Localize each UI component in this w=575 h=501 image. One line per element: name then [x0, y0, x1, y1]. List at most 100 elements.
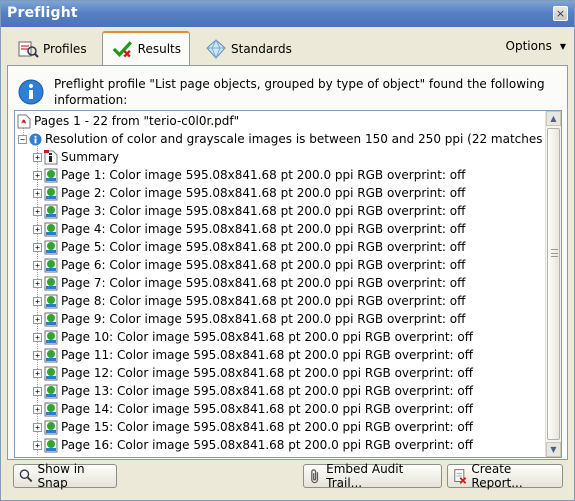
image-object-icon [44, 420, 58, 434]
embed-audit-trail-label: Embed Audit Trail... [326, 462, 404, 490]
tab-profiles[interactable]: Profiles [9, 32, 95, 65]
window-title: Preflight [7, 5, 78, 21]
close-button[interactable]: × [553, 6, 568, 21]
tree-item[interactable]: + Page 15: Color image 595.08x841.68 pt 2… [33, 418, 473, 436]
tree-item[interactable]: + Page 3: Color image 595.08x841.68 pt 20… [33, 202, 465, 220]
tree-item[interactable]: + Page 7: Color image 595.08x841.68 pt 20… [33, 274, 465, 292]
tree-item[interactable]: + Page 12: Color image 595.08x841.68 pt 2… [33, 364, 473, 382]
report-icon [454, 469, 467, 484]
image-object-icon [44, 438, 58, 452]
image-object-icon [44, 204, 58, 218]
tree-item[interactable]: + Page 13: Color image 595.08x841.68 pt 2… [33, 382, 473, 400]
checkmark-icon [112, 41, 133, 58]
expand-icon[interactable]: + [33, 188, 42, 198]
tab-results[interactable]: Results [102, 31, 190, 65]
tree-item-label: Page 11: Color image 595.08x841.68 pt 20… [61, 348, 474, 362]
vertical-scrollbar[interactable]: ▲ ▼ [545, 111, 561, 457]
profiles-icon [18, 41, 39, 58]
summary-icon [44, 149, 58, 164]
tab-bar: Profiles Results Standards Options ▼ [1, 27, 574, 65]
tree-root[interactable]: Pages 1 - 22 from "terio-c0l0r.pdf" [17, 112, 239, 130]
tree-item[interactable]: + Page 16: Color image 595.08x841.68 pt 2… [33, 436, 473, 454]
info-icon [18, 79, 44, 105]
tree-item[interactable]: + Page 5: Color image 595.08x841.68 pt 20… [33, 238, 465, 256]
tree-item-label: Page 10: Color image 595.08x841.68 pt 20… [61, 330, 474, 344]
image-object-icon [44, 402, 58, 416]
expand-icon[interactable]: + [33, 386, 42, 396]
paperclip-icon [311, 469, 319, 484]
create-report-label: Create Report... [471, 462, 523, 490]
tree-item-label: Page 6: Color image 595.08x841.68 pt 200… [61, 258, 466, 272]
tree-item[interactable]: + Page 2: Color image 595.08x841.68 pt 20… [33, 184, 465, 202]
image-object-icon [44, 276, 58, 290]
tree-item[interactable]: + Page 10: Color image 595.08x841.68 pt 2… [33, 328, 473, 346]
scroll-up-button[interactable]: ▲ [546, 111, 561, 126]
expand-icon[interactable]: + [33, 206, 42, 216]
expand-icon[interactable]: + [33, 152, 42, 162]
expand-icon[interactable]: + [33, 422, 42, 432]
create-report-button[interactable]: Create Report... [447, 462, 563, 490]
tab-standards[interactable]: Standards [197, 32, 300, 65]
magnifier-icon [19, 469, 33, 483]
diamond-icon [206, 38, 226, 59]
scroll-thumb[interactable] [547, 128, 560, 440]
image-object-icon [44, 258, 58, 272]
expand-icon[interactable]: + [33, 224, 42, 234]
tree-item-label: Page 4: Color image 595.08x841.68 pt 200… [61, 222, 466, 236]
expand-icon[interactable]: + [33, 242, 42, 252]
results-tree[interactable]: Pages 1 - 22 from "terio-c0l0r.pdf" − Re… [14, 110, 562, 458]
image-object-icon [44, 222, 58, 236]
tree-summary-label: Summary [61, 150, 119, 164]
tree-item[interactable]: + Page 14: Color image 595.08x841.68 pt 2… [33, 400, 473, 418]
tab-standards-label: Standards [231, 41, 292, 56]
tree-item-label: Page 14: Color image 595.08x841.68 pt 20… [61, 402, 474, 416]
tree-group-label: Resolution of color and grayscale images… [45, 132, 545, 146]
tree-item[interactable]: + Page 1: Color image 595.08x841.68 pt 20… [33, 166, 465, 184]
embed-audit-trail-button[interactable]: Embed Audit Trail... [303, 462, 442, 490]
image-object-icon [44, 240, 58, 254]
tree-item-label: Page 12: Color image 595.08x841.68 pt 20… [61, 366, 474, 380]
tree-group[interactable]: − Resolution of color and grayscale imag… [18, 130, 545, 148]
preflight-window: Preflight × Profiles Results Standards O… [0, 0, 575, 501]
tree-item[interactable]: + Page 4: Color image 595.08x841.68 pt 20… [33, 220, 465, 238]
tree-summary[interactable]: + Summary [33, 148, 119, 166]
scroll-down-button[interactable]: ▼ [546, 442, 561, 457]
tree-item-label: Page 1: Color image 595.08x841.68 pt 200… [61, 168, 466, 182]
tree-item-label: Page 15: Color image 595.08x841.68 pt 20… [61, 420, 474, 434]
image-object-icon [44, 330, 58, 344]
tree-item[interactable]: + Page 11: Color image 595.08x841.68 pt 2… [33, 346, 473, 364]
expand-icon[interactable]: + [33, 170, 42, 180]
expand-icon[interactable]: + [33, 260, 42, 270]
tree-item[interactable]: + Page 8: Color image 595.08x841.68 pt 20… [33, 292, 465, 310]
expand-icon[interactable]: + [33, 350, 42, 360]
info-banner: Preflight profile "List page objects, gr… [18, 76, 558, 110]
info-message: Preflight profile "List page objects, gr… [54, 77, 545, 107]
collapse-icon[interactable]: − [18, 134, 27, 144]
options-label: Options [505, 39, 552, 53]
chevron-down-icon: ▼ [559, 41, 566, 51]
show-in-snap-button[interactable]: Show in Snap [13, 462, 117, 490]
tab-profiles-label: Profiles [43, 41, 87, 56]
tree-item-label: Page 3: Color image 595.08x841.68 pt 200… [61, 204, 466, 218]
image-object-icon [44, 348, 58, 362]
image-object-icon [44, 366, 58, 380]
tree-item[interactable]: + Page 6: Color image 595.08x841.68 pt 20… [33, 256, 465, 274]
expand-icon[interactable]: + [33, 296, 42, 306]
tree-item-label: Page 8: Color image 595.08x841.68 pt 200… [61, 294, 466, 308]
expand-icon[interactable]: + [33, 314, 42, 324]
image-object-icon [44, 384, 58, 398]
expand-icon[interactable]: + [33, 332, 42, 342]
image-object-icon [44, 186, 58, 200]
tree-content: Pages 1 - 22 from "terio-c0l0r.pdf" − Re… [15, 111, 545, 457]
expand-icon[interactable]: + [33, 278, 42, 288]
show-in-snap-label: Show in Snap [37, 462, 85, 490]
expand-icon[interactable]: + [33, 404, 42, 414]
options-menu[interactable]: Options ▼ [506, 39, 566, 53]
info-icon [29, 133, 42, 145]
results-panel: Preflight profile "List page objects, gr… [7, 65, 568, 460]
tree-item-label: Page 13: Color image 595.08x841.68 pt 20… [61, 384, 474, 398]
expand-icon[interactable]: + [33, 368, 42, 378]
tree-item[interactable]: + Page 9: Color image 595.08x841.68 pt 20… [33, 310, 465, 328]
expand-icon[interactable]: + [33, 440, 42, 450]
tree-item-label: Page 9: Color image 595.08x841.68 pt 200… [61, 312, 466, 326]
